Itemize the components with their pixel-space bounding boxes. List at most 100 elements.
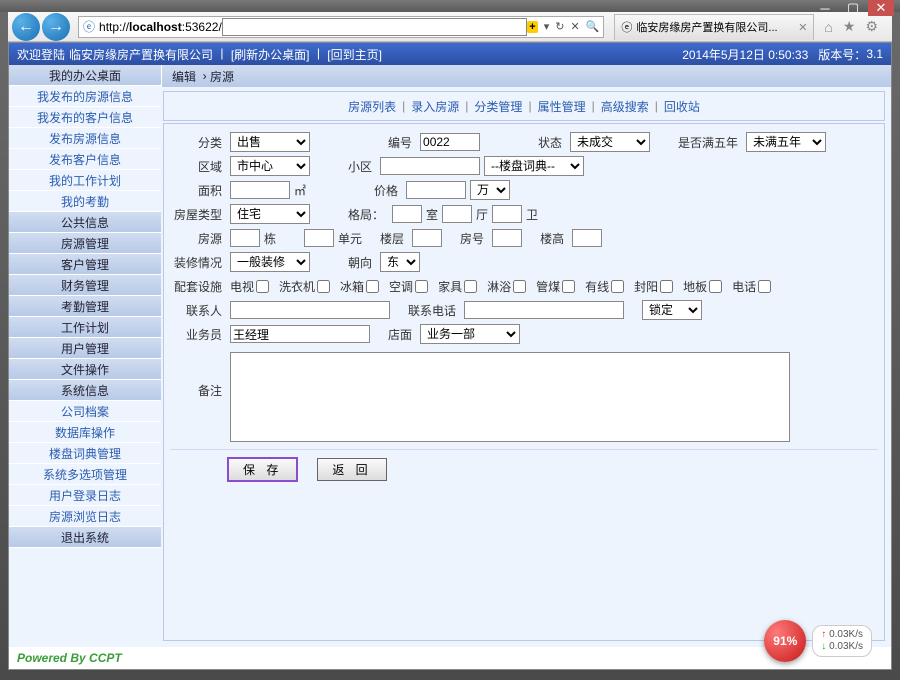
addon-icon[interactable]: + [527,21,537,33]
nav-back[interactable]: ← [12,13,40,41]
remark-textarea[interactable] [230,352,790,442]
facility-option[interactable]: 封阳 [634,278,673,295]
price-input[interactable] [406,181,466,199]
size-input[interactable] [230,181,290,199]
sidebar-item[interactable]: 房源浏览日志 [9,506,161,527]
sidebar-item[interactable]: 系统多选项管理 [9,464,161,485]
building-input[interactable] [230,229,260,247]
facility-option[interactable]: 地板 [683,278,722,295]
app-header: 欢迎登陆 临安房缘房产置换有限公司 | [刷新办公桌面] | [回到主页] 20… [9,43,891,65]
url-path: :53622/ [182,20,222,34]
facility-option[interactable]: 家具 [438,278,477,295]
unit-input[interactable] [304,229,334,247]
window-minimize[interactable]: ─ [812,0,838,16]
ie-icon: ⓔ [83,18,95,35]
toolbar-link[interactable]: 回收站 [664,98,700,115]
baths-input[interactable] [492,205,522,223]
facility-option[interactable]: 冰箱 [340,278,379,295]
sidebar-group[interactable]: 公共信息 [9,212,161,233]
halls-input[interactable] [442,205,472,223]
sidebar-group[interactable]: 考勤管理 [9,296,161,317]
phone-input[interactable] [464,301,624,319]
toolbar-link[interactable]: 属性管理 [538,98,586,115]
sidebar-item[interactable]: 我的考勤 [9,191,161,212]
favorites-icon[interactable]: ★ [843,18,856,35]
sidebar-item[interactable]: 数据库操作 [9,422,161,443]
back-home-link[interactable]: [回到主页] [327,46,382,63]
facility-option[interactable]: 淋浴 [487,278,526,295]
facility-option[interactable]: 电话 [732,278,771,295]
sidebar-item[interactable]: 楼盘词典管理 [9,443,161,464]
facility-option[interactable]: 洗衣机 [279,278,330,295]
area-select[interactable]: 市中心 [230,156,310,176]
nav-forward[interactable]: → [42,13,70,41]
tab-favicon: ⓔ [621,19,632,35]
browser-tab[interactable]: ⓔ 临安房缘房产置换有限公司... ✕ [614,14,814,40]
search-dd-icon[interactable]: 🔍 [586,20,600,33]
save-button[interactable]: 保 存 [228,458,297,481]
dropdown-icon[interactable]: ▾ [544,20,550,33]
net-down: 0.03K/s [821,641,863,653]
version-label: 版本号： [818,46,866,63]
number-input[interactable] [420,133,480,151]
tools-icon[interactable]: ⚙ [865,18,878,35]
agent-input[interactable] [230,325,370,343]
store-select[interactable]: 业务一部 [420,324,520,344]
roomno-input[interactable] [492,229,522,247]
refresh-desktop-link[interactable]: [刷新办公桌面] [231,46,310,63]
breadcrumb: 编辑 › 房源 [161,65,891,87]
sidebar-item[interactable]: 公司档案 [9,401,161,422]
floor-input[interactable] [412,229,442,247]
toolbar-link[interactable]: 录入房源 [411,98,459,115]
toolbar-link[interactable]: 房源列表 [348,98,396,115]
orientation-select[interactable]: 东 [380,252,420,272]
status-select[interactable]: 未成交 [570,132,650,152]
sidebar-group[interactable]: 客户管理 [9,254,161,275]
stop-icon[interactable]: ✕ [570,20,579,33]
facility-option[interactable]: 管煤 [536,278,575,295]
sidebar-group[interactable]: 房源管理 [9,233,161,254]
powered-by: Powered By CCPT [9,647,891,669]
sidebar-item[interactable]: 我发布的房源信息 [9,86,161,107]
toolbar-link[interactable]: 高级搜索 [601,98,649,115]
contact-input[interactable] [230,301,390,319]
url-prefix: http:// [99,20,129,34]
facility-option[interactable]: 有线 [585,278,624,295]
address-bar[interactable]: ⓔ http://localhost:53622/ + ▾ ↻ ✕ 🔍 [78,16,604,38]
facility-option[interactable]: 空调 [389,278,428,295]
tab-title: 临安房缘房产置换有限公司... [636,19,794,35]
net-up: 0.03K/s [821,629,863,641]
window-maximize[interactable]: ▢ [840,0,866,16]
housetype-select[interactable]: 住宅 [230,204,310,224]
lock-select[interactable]: 锁定 [642,300,702,320]
sidebar-group[interactable]: 我的办公桌面 [9,65,161,86]
topfloor-input[interactable] [572,229,602,247]
community-input[interactable] [380,157,480,175]
sidebar-group[interactable]: 文件操作 [9,359,161,380]
url-input[interactable] [222,18,528,36]
tab-close[interactable]: ✕ [798,21,807,34]
refresh-icon[interactable]: ↻ [555,20,564,33]
sidebar-item[interactable]: 我发布的客户信息 [9,107,161,128]
sidebar-group[interactable]: 系统信息 [9,380,161,401]
sidebar-group[interactable]: 财务管理 [9,275,161,296]
price-unit-select[interactable]: 万 [470,180,510,200]
decoration-select[interactable]: 一般装修 [230,252,310,272]
sidebar-group[interactable]: 退出系统 [9,527,161,548]
sidebar-item[interactable]: 我的工作计划 [9,170,161,191]
window-close[interactable]: ✕ [868,0,894,16]
sidebar-group[interactable]: 用户管理 [9,338,161,359]
toolbar-link[interactable]: 分类管理 [474,98,522,115]
sidebar-group[interactable]: 工作计划 [9,317,161,338]
facility-option[interactable]: 电视 [230,278,269,295]
sidebar-item[interactable]: 发布房源信息 [9,128,161,149]
community-dict-select[interactable]: --楼盘词典-- [484,156,584,176]
fiveyear-select[interactable]: 未满五年 [746,132,826,152]
home-icon[interactable]: ⌂ [824,19,832,35]
category-select[interactable]: 出售 [230,132,310,152]
back-button[interactable]: 返 回 [317,458,386,481]
sidebar-item[interactable]: 发布客户信息 [9,149,161,170]
rooms-input[interactable] [392,205,422,223]
network-widget[interactable]: 91% 0.03K/s 0.03K/s [764,620,872,662]
sidebar-item[interactable]: 用户登录日志 [9,485,161,506]
